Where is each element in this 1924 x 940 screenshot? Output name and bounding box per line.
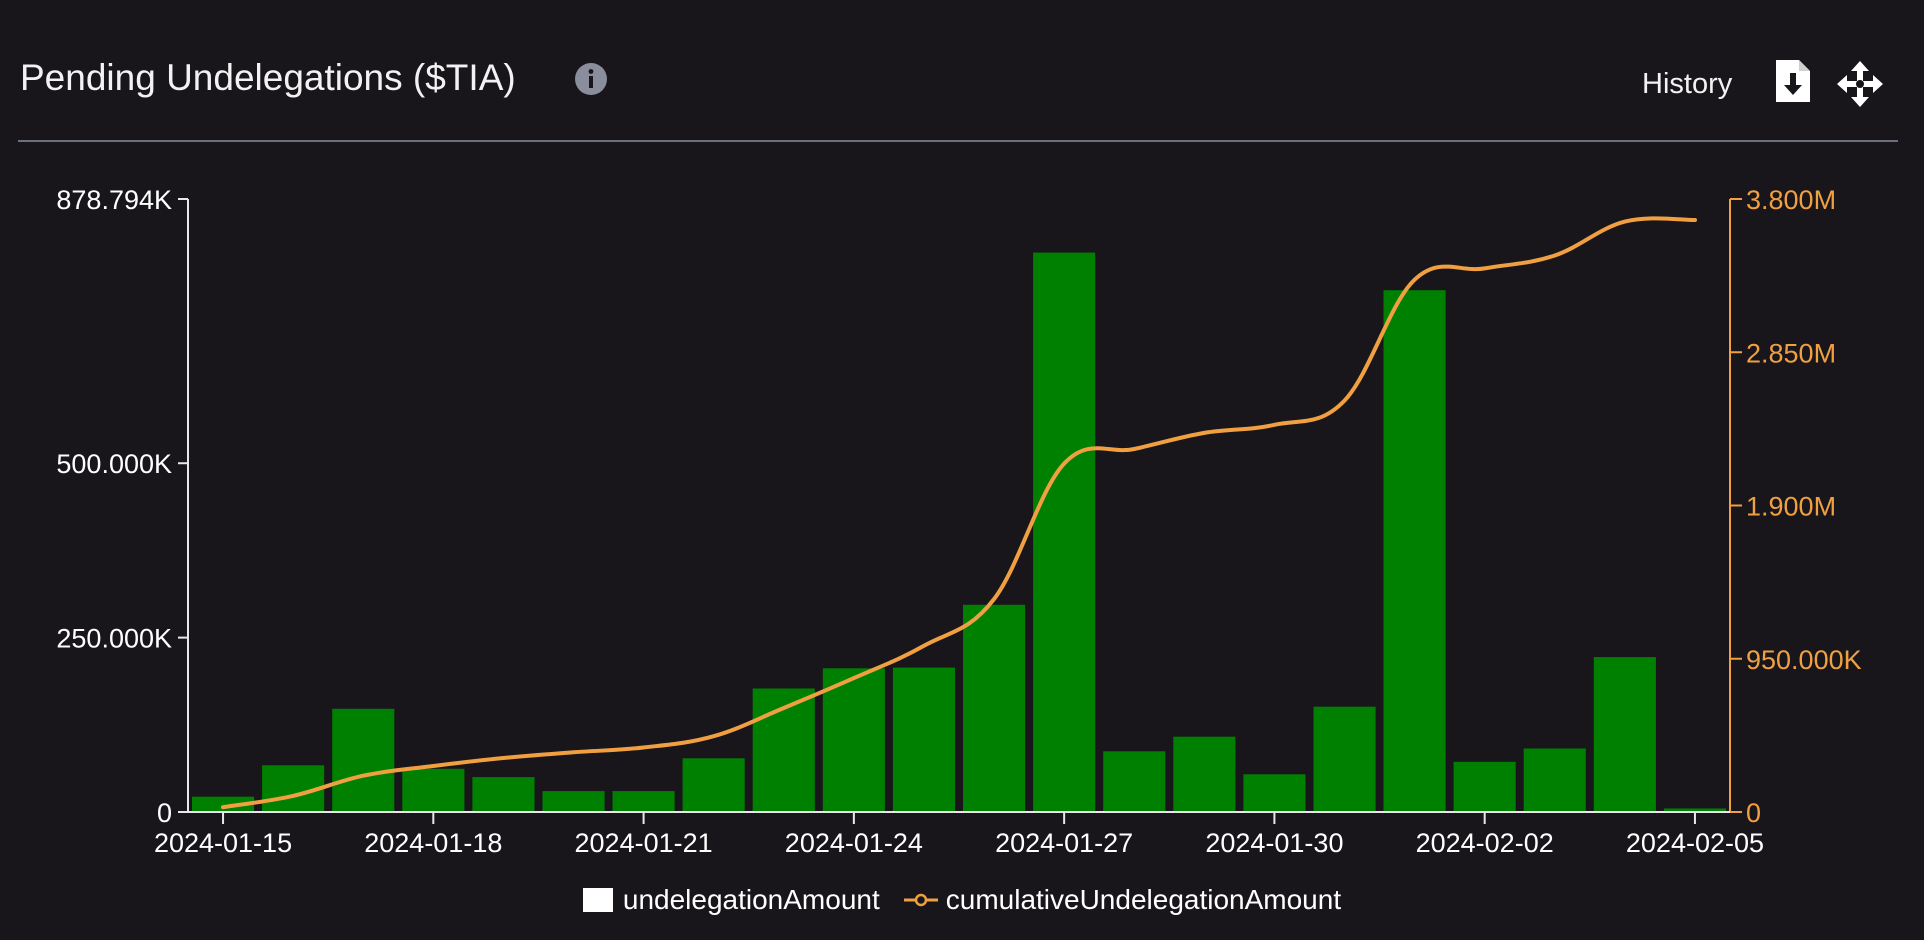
combo-chart: 0 250.000K 500.000K 878.794K 0 950.000K 1.900M… — [56, 185, 1862, 858]
bar-2024-01-27 — [1033, 252, 1096, 813]
y-right-tick-label: 950.000K — [1746, 645, 1862, 675]
bar-2024-01-29 — [1173, 736, 1236, 812]
bar-2024-01-20 — [542, 791, 605, 812]
y-left-tick-label: 878.794K — [56, 185, 172, 215]
x-tick-label: 2024-01-18 — [364, 828, 502, 858]
x-tick-label: 2024-01-24 — [785, 828, 923, 858]
bar-2024-01-25 — [892, 667, 955, 812]
bar-2024-02-04 — [1593, 657, 1656, 812]
chart-panel: Pending Undelegations ($TIA) History 0 25… — [0, 0, 1924, 940]
bar-2024-02-01 — [1383, 290, 1446, 812]
y-left-tick-label: 0 — [157, 798, 172, 828]
x-tick-label: 2024-01-15 — [154, 828, 292, 858]
bar-2024-01-30 — [1243, 774, 1306, 812]
x-tick-label: 2024-01-21 — [575, 828, 713, 858]
legend-label-undelegation: undelegationAmount — [622, 884, 880, 915]
x-tick-label: 2024-01-27 — [995, 828, 1133, 858]
bar-2024-01-19 — [472, 777, 535, 812]
y-right-tick-label: 0 — [1746, 798, 1761, 828]
y-right-tick-label: 3.800M — [1746, 185, 1836, 215]
y-left-tick-label: 250.000K — [56, 624, 172, 654]
legend-bar-swatch — [582, 888, 613, 912]
legend-line-swatch — [903, 893, 938, 907]
y-right-tick-label: 2.850M — [1746, 338, 1836, 368]
legend-item-cumulative[interactable]: cumulativeUndelegationAmount — [903, 884, 1342, 916]
legend-label-cumulative: cumulativeUndelegationAmount — [945, 884, 1342, 915]
y-right-tick-label: 1.900M — [1746, 492, 1836, 522]
x-tick-label: 2024-02-05 — [1626, 828, 1764, 858]
bar-2024-01-28 — [1103, 751, 1166, 812]
bar-2024-02-02 — [1453, 761, 1516, 812]
bar-2024-01-26 — [963, 604, 1026, 812]
chart-legend: undelegationAmount cumulativeUndelegatio… — [0, 878, 1924, 922]
bar-2024-01-17 — [332, 708, 395, 812]
y-left-tick-label: 500.000K — [56, 449, 172, 479]
cumulative-line — [221, 216, 1697, 810]
bar-2024-01-21 — [612, 791, 675, 812]
x-tick-label: 2024-02-02 — [1416, 828, 1554, 858]
bar-2024-01-22 — [682, 758, 745, 812]
bar-2024-02-03 — [1523, 748, 1586, 812]
bar-2024-01-31 — [1313, 706, 1376, 812]
bar-2024-01-24 — [822, 668, 885, 812]
legend-item-undelegation[interactable]: undelegationAmount — [582, 884, 880, 916]
x-tick-label: 2024-01-30 — [1205, 828, 1343, 858]
bar-2024-01-18 — [402, 768, 465, 812]
